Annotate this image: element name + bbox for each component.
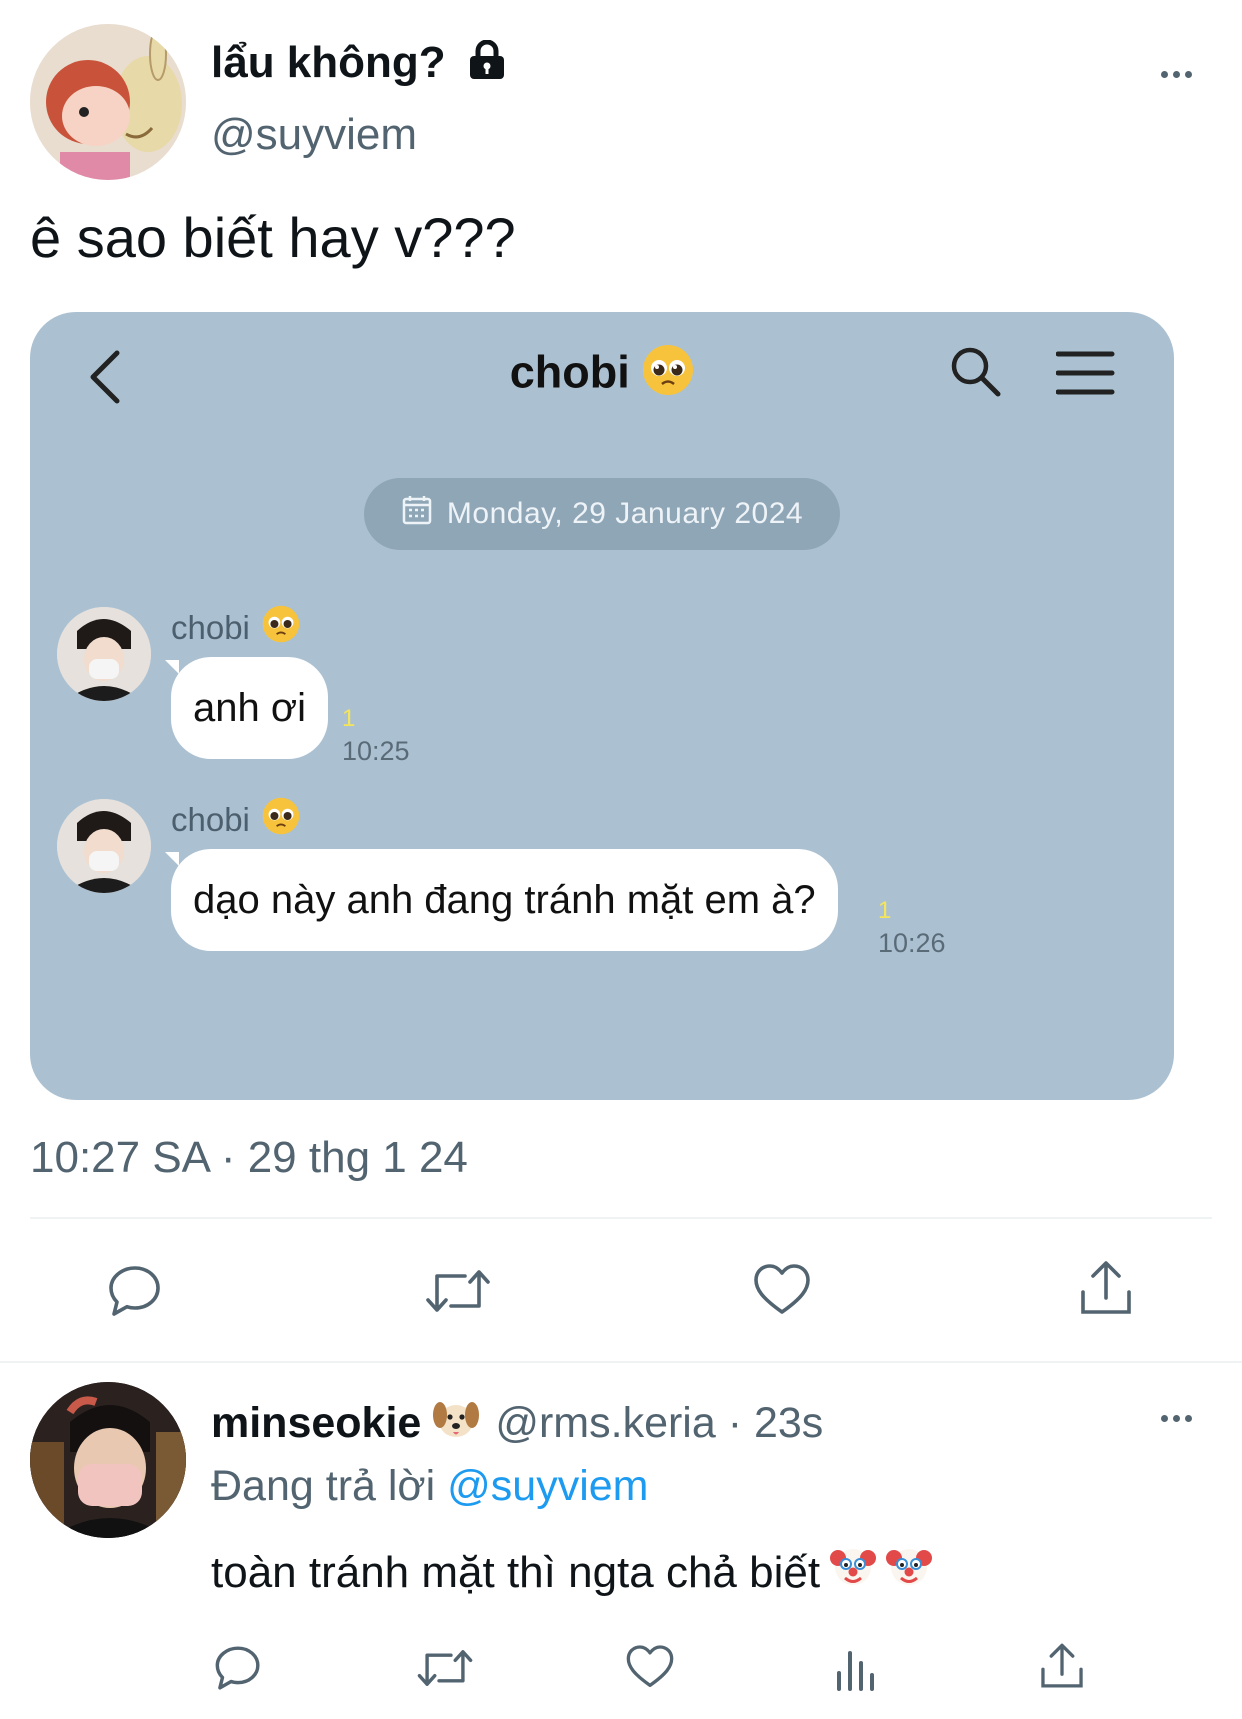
views-icon[interactable]	[835, 1645, 879, 1696]
date-separator: Monday, 29 January 2024	[364, 478, 840, 550]
chat-search-icon	[948, 344, 1004, 405]
bubble-tail	[165, 660, 179, 674]
mention-link[interactable]: @suyviem	[447, 1462, 648, 1510]
reply-author-avatar[interactable]	[30, 1382, 186, 1538]
message-time: 10:26	[878, 928, 946, 958]
share-icon[interactable]	[1038, 1641, 1086, 1696]
contact-avatar	[57, 607, 151, 701]
message-bubble: anh ơi	[171, 657, 328, 759]
divider	[0, 1361, 1242, 1363]
reply-author-handle[interactable]: @rms.keria · 23s	[495, 1399, 823, 1448]
like-icon[interactable]	[752, 1262, 812, 1318]
tweet-text: ê sao biết hay v???	[30, 206, 516, 269]
reply-author-line[interactable]: minseokie @rms.keria · 23s	[211, 1397, 823, 1450]
author-avatar[interactable]	[30, 24, 186, 180]
more-icon[interactable]	[1161, 1415, 1192, 1422]
clown-face-icon	[830, 1544, 877, 1601]
share-icon[interactable]	[1077, 1258, 1135, 1318]
bubble-tail	[165, 852, 179, 866]
tweet-timestamp[interactable]: 10:27 SA · 29 thg 1 24	[30, 1133, 468, 1183]
unread-count: 1	[342, 705, 356, 732]
pleading-face-icon	[262, 605, 300, 651]
unread-count: 1	[878, 897, 892, 924]
reply-icon[interactable]	[106, 1262, 164, 1320]
contact-avatar	[57, 799, 151, 893]
dog-face-icon	[433, 1397, 480, 1450]
message-time: 10:25	[342, 736, 410, 766]
more-icon[interactable]	[1161, 71, 1192, 78]
message-sender: chobi	[171, 605, 300, 651]
lock-icon	[468, 39, 506, 91]
message-sender: chobi	[171, 797, 300, 843]
replying-to-line: Đang trả lời @suyviem	[211, 1462, 649, 1510]
divider	[30, 1217, 1212, 1219]
pleading-face-icon	[262, 797, 300, 843]
author-display-name[interactable]: lẩu không?	[211, 38, 506, 91]
message-bubble: dạo này anh đang tránh mặt em à?	[171, 849, 838, 951]
retweet-icon[interactable]	[416, 1643, 474, 1698]
author-name-text[interactable]: lẩu không?	[211, 38, 446, 87]
reply-author-name[interactable]: minseokie	[211, 1399, 421, 1448]
retweet-icon[interactable]	[424, 1262, 492, 1320]
author-handle[interactable]: @suyviem	[211, 110, 417, 160]
chat-menu-icon	[1055, 350, 1116, 401]
like-icon[interactable]	[625, 1643, 675, 1696]
clown-face-icon	[886, 1544, 933, 1601]
reply-icon[interactable]	[213, 1643, 263, 1698]
calendar-icon	[401, 494, 433, 534]
reply-text: toàn tránh mặt thì ngta chả biết	[211, 1544, 933, 1601]
attached-chat-image[interactable]: chobi Monday, 29 January 2024 chobi anh …	[30, 312, 1174, 1100]
date-text: Monday, 29 January 2024	[446, 497, 804, 530]
pleading-face-icon	[642, 344, 694, 407]
